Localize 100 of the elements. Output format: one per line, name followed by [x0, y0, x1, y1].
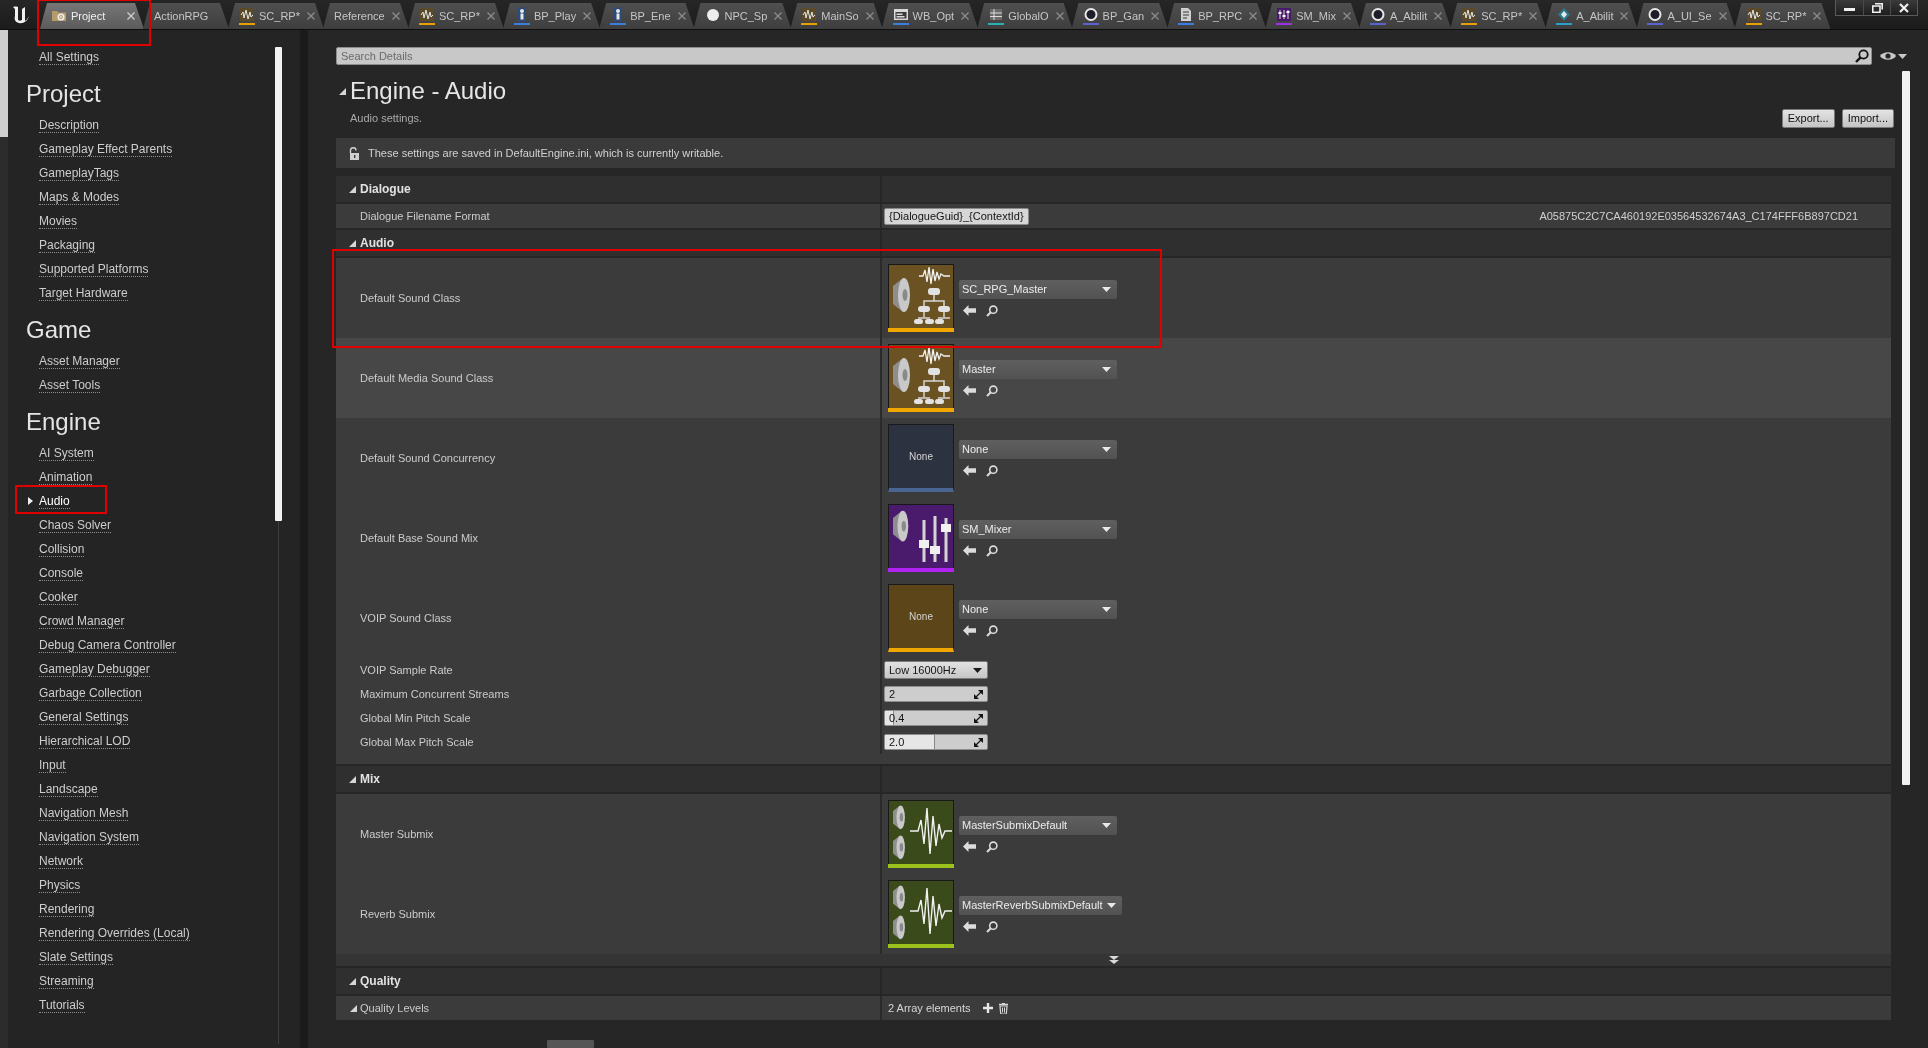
search-icon[interactable]	[986, 304, 998, 317]
category-header[interactable]: Dialogue	[336, 176, 1891, 202]
editor-tab[interactable]: A_Abilit	[1358, 3, 1452, 29]
sidebar-link[interactable]: Slate Settings	[39, 949, 114, 965]
editor-tab[interactable]: A_UI_Se	[1636, 3, 1736, 29]
sidebar-link[interactable]: Landscape	[39, 781, 98, 797]
close-icon[interactable]	[1529, 12, 1538, 20]
sidebar-link[interactable]: Console	[39, 565, 84, 581]
search-icon[interactable]	[986, 384, 998, 397]
sidebar-link[interactable]: Cooker	[39, 589, 78, 605]
sidebar-link[interactable]: Rendering	[39, 901, 95, 917]
asset-dropdown[interactable]: MasterReverbSubmixDefault	[959, 895, 1122, 915]
minimize-button[interactable]	[1836, 0, 1863, 15]
scrollbar-thumb[interactable]	[547, 1040, 594, 1048]
editor-tab[interactable]: MainSo	[790, 3, 883, 29]
category-header[interactable]: Mix	[336, 766, 1891, 792]
search-icon[interactable]	[1855, 49, 1869, 63]
asset-dropdown[interactable]: MasterSubmixDefault	[959, 815, 1117, 835]
sidebar-link[interactable]: Hierarchical LOD	[39, 733, 131, 749]
scrollbar-thumb[interactable]	[1902, 71, 1910, 785]
scrollbar-thumb[interactable]	[275, 47, 282, 521]
editor-tab[interactable]: SC_RP*	[407, 3, 504, 29]
asset-dropdown[interactable]: SM_Mixer	[959, 519, 1117, 539]
close-icon[interactable]	[1620, 12, 1629, 20]
close-icon[interactable]	[961, 12, 970, 20]
search-icon[interactable]	[986, 920, 998, 933]
back-arrow-icon[interactable]	[963, 385, 976, 396]
number-field[interactable]: 0.4	[884, 710, 988, 726]
back-arrow-icon[interactable]	[963, 305, 976, 316]
close-button[interactable]	[1890, 0, 1917, 15]
editor-tab[interactable]: BP_Play	[502, 3, 601, 29]
editor-tab[interactable]: WB_Opt	[881, 3, 979, 29]
close-icon[interactable]	[865, 12, 874, 20]
category-header[interactable]: Quality	[336, 968, 1891, 994]
number-field[interactable]: 2	[884, 686, 988, 702]
trash-icon[interactable]	[998, 1002, 1008, 1014]
sidebar-link[interactable]: Description	[39, 117, 100, 133]
editor-tab[interactable]: BP_RPC	[1167, 3, 1267, 29]
asset-dropdown[interactable]: None	[959, 599, 1117, 619]
resize-arrows-icon[interactable]	[974, 689, 983, 699]
back-arrow-icon[interactable]	[963, 625, 976, 636]
category-header[interactable]: Audio	[336, 230, 1891, 256]
back-arrow-icon[interactable]	[963, 841, 976, 852]
sidebar-link[interactable]: Gameplay Debugger	[39, 661, 150, 677]
asset-dropdown[interactable]: SC_RPG_Master	[959, 279, 1117, 299]
sidebar-link[interactable]: All Settings	[39, 49, 100, 65]
editor-tab[interactable]: Reference	[322, 3, 409, 29]
header-button[interactable]: Import...	[1841, 108, 1894, 128]
close-icon[interactable]	[677, 12, 686, 20]
editor-tab[interactable]: SC_RP*	[1734, 3, 1831, 29]
sidebar-link[interactable]: Tutorials	[39, 997, 85, 1013]
sidebar-link[interactable]: AI System	[39, 445, 94, 461]
restore-button[interactable]	[1863, 0, 1890, 15]
advanced-toggle[interactable]	[336, 954, 1891, 966]
sidebar-link[interactable]: Asset Manager	[39, 353, 120, 369]
sidebar-link[interactable]: Network	[39, 853, 83, 869]
sidebar-link[interactable]: General Settings	[39, 709, 129, 725]
editor-tab[interactable]: SC_RP*	[228, 3, 324, 29]
sidebar-link[interactable]: Supported Platforms	[39, 261, 149, 277]
sidebar-link[interactable]: Movies	[39, 213, 77, 229]
sidebar-link[interactable]: Input	[39, 757, 66, 773]
back-arrow-icon[interactable]	[963, 545, 976, 556]
expanded-arrow-icon[interactable]	[339, 87, 346, 95]
expanded-arrow-icon[interactable]	[349, 239, 356, 247]
editor-tab[interactable]: SC_RP*	[1450, 3, 1547, 29]
close-icon[interactable]	[1813, 12, 1822, 20]
expanded-arrow-icon[interactable]	[350, 1004, 357, 1012]
sidebar-link[interactable]: Maps & Modes	[39, 189, 120, 205]
sidebar-link[interactable]: Garbage Collection	[39, 685, 142, 701]
sidebar-link[interactable]: Target Hardware	[39, 285, 128, 301]
back-arrow-icon[interactable]	[963, 465, 976, 476]
sidebar-link[interactable]: Debug Camera Controller	[39, 637, 176, 653]
sidebar-link[interactable]: Packaging	[39, 237, 96, 253]
search-icon[interactable]	[986, 464, 998, 477]
editor-tab[interactable]: Project	[40, 3, 144, 29]
search-icon[interactable]	[986, 544, 998, 557]
eye-icon[interactable]	[1880, 51, 1896, 61]
asset-dropdown[interactable]: Master	[959, 359, 1117, 379]
sidebar-link[interactable]: GameplayTags	[39, 165, 120, 181]
editor-tab[interactable]: A_Abilit	[1545, 3, 1638, 29]
sidebar-link[interactable]: Navigation Mesh	[39, 805, 129, 821]
close-icon[interactable]	[1249, 12, 1258, 20]
asset-dropdown[interactable]: None	[959, 439, 1117, 459]
sidebar-link[interactable]: Gameplay Effect Parents	[39, 141, 173, 157]
close-icon[interactable]	[306, 12, 315, 20]
back-arrow-icon[interactable]	[963, 921, 976, 932]
editor-tab[interactable]: BP_Ene	[599, 3, 695, 29]
expanded-arrow-icon[interactable]	[349, 185, 356, 193]
close-icon[interactable]	[1055, 12, 1064, 20]
sidebar-link[interactable]: Asset Tools	[39, 377, 101, 393]
close-icon[interactable]	[583, 12, 592, 20]
dropdown[interactable]: Low 16000Hz	[884, 661, 988, 679]
sidebar-link[interactable]: Chaos Solver	[39, 517, 112, 533]
sidebar-link[interactable]: Animation	[39, 469, 93, 485]
editor-tab[interactable]: SM_Mix	[1265, 3, 1360, 29]
sidebar-link[interactable]: Crowd Manager	[39, 613, 125, 629]
editor-tab[interactable]: GlobalO	[977, 3, 1073, 29]
text-field[interactable]: {DialogueGuid}_{ContextId}	[884, 207, 1029, 225]
editor-tab[interactable]: NPC_Sp	[693, 3, 792, 29]
expanded-arrow-icon[interactable]	[349, 775, 356, 783]
